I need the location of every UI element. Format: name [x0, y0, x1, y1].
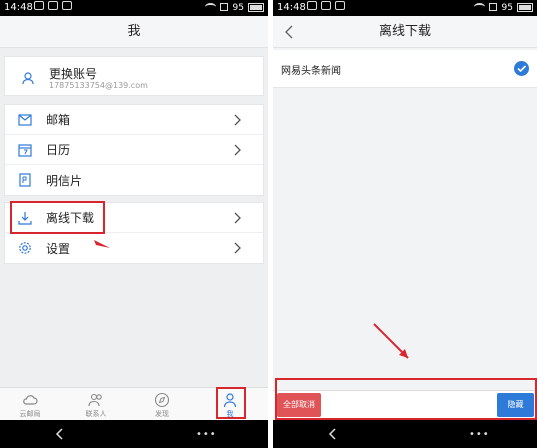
page-title: 离线下载 [273, 16, 537, 48]
page-title: 我 [0, 16, 268, 48]
menu-label: 日历 [46, 143, 71, 157]
chevron-right-icon [234, 212, 241, 224]
menu-label: 设置 [46, 241, 71, 256]
battery-percent: 95 [501, 3, 513, 13]
notification-icon [321, 1, 331, 10]
offline-item-netease-news[interactable]: 网易头条新闻 [273, 50, 537, 88]
menu-item-settings[interactable]: 设置 [5, 233, 263, 263]
nav-label: 联系人 [85, 410, 107, 418]
gear-icon [18, 241, 32, 255]
back-arrow-icon[interactable] [281, 23, 299, 41]
nav-contacts[interactable]: 联系人 [69, 388, 123, 421]
menu-label: 邮箱 [46, 113, 71, 127]
system-nav-bar: ••• [273, 420, 537, 448]
arrow-pointer-icon [373, 323, 409, 359]
status-time: 14:48 [277, 2, 306, 13]
nav-label: 云邮局 [19, 410, 41, 418]
mail-icon [18, 113, 32, 127]
menu-item-postcard[interactable]: 明信片 [5, 165, 263, 195]
calendar-icon [18, 143, 32, 157]
more-icon[interactable]: ••• [469, 430, 490, 440]
battery-icon [248, 3, 264, 12]
right-screen: 14:48 95 离线下载 网易头条新闻 全部取消 隐藏 ••• [273, 0, 537, 448]
notification-icons [34, 1, 72, 10]
wifi-icon [205, 3, 216, 11]
postcard-icon [18, 173, 32, 187]
menu-item-calendar[interactable]: 日历 [5, 135, 263, 165]
status-bar: 14:48 95 [273, 0, 537, 16]
cloud-icon [23, 395, 38, 405]
chevron-right-icon [234, 114, 241, 126]
checkmark-icon[interactable] [514, 61, 529, 76]
notification-icon [34, 1, 44, 10]
status-time: 14:48 [4, 2, 33, 13]
wifi-icon [474, 3, 485, 11]
item-label: 网易头条新闻 [281, 66, 341, 77]
nav-cloud-mail[interactable]: 云邮局 [3, 388, 57, 421]
back-icon[interactable] [54, 428, 66, 440]
menu-group-main: 邮箱 日历 明信片 [4, 104, 264, 196]
menu-label: 明信片 [46, 173, 83, 188]
left-screen: 14:48 95 我 更换账号 17875133754@139.com 邮箱 日… [0, 0, 268, 448]
image-icon [489, 3, 497, 11]
highlight-box [216, 387, 246, 419]
account-name: 更换账号 [49, 67, 98, 81]
system-nav-bar: ••• [0, 420, 268, 448]
notification-icon [62, 1, 72, 10]
battery-percent: 95 [232, 3, 244, 13]
compass-icon [154, 392, 170, 408]
account-row[interactable]: 更换账号 17875133754@139.com [4, 56, 264, 96]
nav-label: 发现 [155, 410, 169, 418]
notification-icons [307, 1, 345, 10]
notification-icon [335, 1, 345, 10]
contacts-icon [88, 393, 102, 407]
account-email: 17875133754@139.com [49, 81, 148, 90]
battery-icon [517, 3, 533, 12]
back-icon[interactable] [327, 428, 339, 440]
more-icon[interactable]: ••• [196, 430, 217, 440]
menu-item-mailbox[interactable]: 邮箱 [5, 105, 263, 135]
nav-discover[interactable]: 发现 [135, 388, 189, 421]
notification-icon [48, 1, 58, 10]
status-bar: 14:48 95 [0, 0, 268, 16]
image-icon [220, 3, 228, 11]
user-icon [21, 70, 35, 85]
chevron-right-icon [234, 242, 241, 254]
arrow-pointer-icon [94, 240, 110, 248]
notification-icon [307, 1, 317, 10]
chevron-right-icon [234, 144, 241, 156]
highlight-box [10, 201, 105, 234]
highlight-box [275, 378, 537, 420]
